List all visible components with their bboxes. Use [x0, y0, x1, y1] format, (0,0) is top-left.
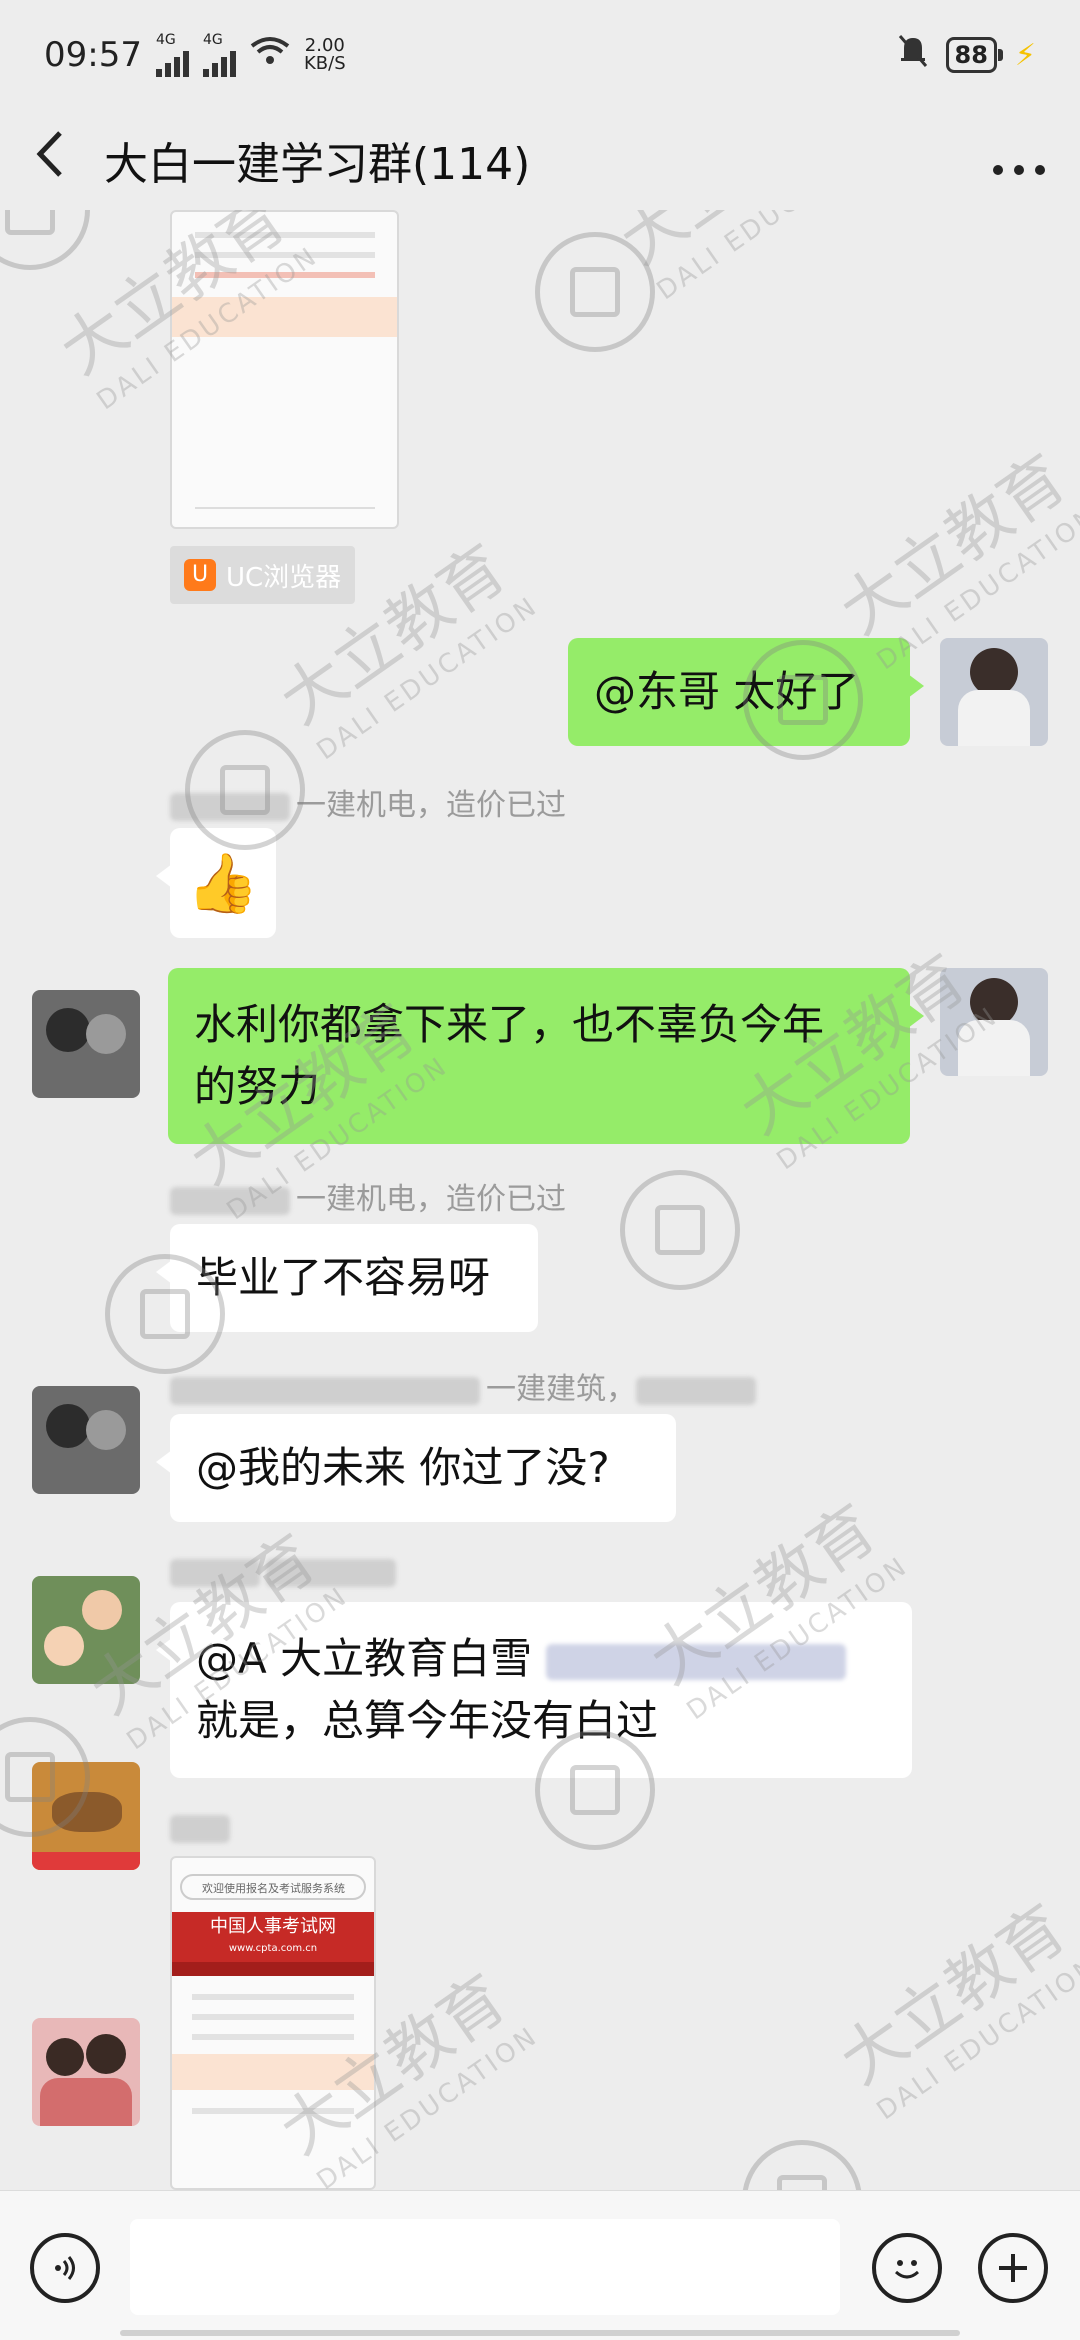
thumbs-up-emoji: 👍: [186, 849, 260, 917]
plus-icon[interactable]: [978, 2233, 1048, 2303]
message-bubble[interactable]: @东哥 太好了: [568, 638, 924, 746]
message-text-line-2: 就是，总算今年没有白过: [196, 1696, 659, 1745]
watermark-logo: [620, 1170, 740, 1290]
message-input[interactable]: [130, 2219, 840, 2315]
watermark-logo: [535, 232, 655, 352]
source-app-tag[interactable]: U UC浏览器: [170, 546, 356, 604]
sender-avatar[interactable]: [32, 1576, 140, 1684]
message-text: @东哥 太好了: [594, 667, 860, 716]
sender-name-text: 一建机电，造价已过: [296, 1182, 566, 1217]
watermark-subtitle: DALI EDUCATION: [651, 210, 884, 307]
redacted-name: [170, 1814, 230, 1843]
message-bubble[interactable]: 👍: [156, 828, 276, 938]
source-app-label: UC浏览器: [226, 562, 342, 593]
chat-title: 大白一建学习群(114): [104, 139, 531, 190]
message-text: 毕业了不容易呀: [196, 1253, 491, 1302]
mute-bell-icon: [898, 34, 928, 77]
screenshot-site-url: www.cpta.com.cn: [228, 1943, 318, 1954]
sender-name-text: 一建机电，造价已过: [296, 788, 566, 823]
chat-message-list[interactable]: U UC浏览器 @东哥 太好了 一建机电，造价已过 👍 水利你都拿下来了，也不辜…: [0, 210, 1080, 2190]
watermark-subtitle: DALI EDUCATION: [871, 1951, 1080, 2127]
message-text-line-1: 水利你都拿下来了，也不辜负今年: [194, 1000, 825, 1049]
watermark-title: 大立教育: [607, 210, 859, 279]
screenshot-site-title: 中国人事考试网: [210, 1916, 336, 1937]
emoji-icon[interactable]: [872, 2233, 942, 2303]
watermark-logo: [742, 2140, 862, 2190]
watermark-text: 大立教育DALI EDUCATION: [599, 210, 884, 306]
status-left: 09:57 4G 4G 2.00 KB/S: [44, 33, 346, 77]
network-type-label-2: 4G: [202, 32, 223, 48]
status-time: 09:57: [44, 35, 142, 75]
home-indicator: [120, 2330, 960, 2336]
my-avatar[interactable]: [940, 968, 1048, 1076]
chat-input-bar: [0, 2190, 1080, 2340]
message-image[interactable]: 欢迎使用报名及考试服务系统 中国人事考试网 www.cpta.com.cn: [170, 1856, 376, 2190]
signal-icon-2: 4G: [202, 32, 236, 77]
sender-name: 一建机电，造价已过: [170, 780, 566, 824]
sender-avatar[interactable]: [32, 1762, 140, 1870]
redacted-name: [170, 792, 290, 821]
watermark-title: 大立教育: [827, 1891, 1080, 2100]
wifi-icon: [250, 36, 290, 74]
mention-text: @A 大立教育白雪: [196, 1634, 533, 1683]
screenshot-search-text: 欢迎使用报名及考试服务系统: [202, 1882, 345, 1895]
message-text: @我的未来 你过了没?: [196, 1443, 610, 1492]
message-bubble[interactable]: @A 大立教育白雪 就是，总算今年没有白过: [156, 1602, 912, 1778]
watermark-logo: [0, 210, 90, 270]
charging-icon: ⚡: [1014, 37, 1036, 73]
sender-name-text: 一建建筑，: [486, 1372, 636, 1407]
message-bubble[interactable]: 水利你都拿下来了，也不辜负今年 的努力: [168, 968, 924, 1144]
redacted-name: [170, 1558, 260, 1587]
network-type-label: 4G: [155, 32, 176, 48]
uc-browser-icon: U: [184, 559, 216, 591]
sender-name: [170, 1810, 236, 1845]
message-bubble[interactable]: 毕业了不容易呀: [156, 1224, 538, 1332]
sender-name: [170, 1554, 402, 1589]
chat-header: 大白一建学习群(114): [0, 110, 1080, 210]
message-text-line-1: @A 大立教育白雪: [196, 1628, 886, 1690]
battery-icon: 88: [945, 37, 1004, 73]
watermark-subtitle: DALI EDUCATION: [311, 591, 544, 767]
network-speed: 2.00 KB/S: [304, 37, 346, 73]
redacted-name: [170, 1186, 290, 1215]
redacted-name: [636, 1376, 756, 1405]
voice-icon[interactable]: [30, 2233, 100, 2303]
sender-name: 一建机电，造价已过: [170, 1174, 566, 1218]
sender-avatar[interactable]: [32, 1386, 140, 1494]
status-right: 88 ⚡: [898, 34, 1036, 77]
message-image[interactable]: [170, 210, 399, 529]
sender-avatar[interactable]: [32, 990, 140, 1098]
redacted-phone: [546, 1643, 847, 1680]
message-text-line-2: 的努力: [194, 1062, 321, 1111]
my-avatar[interactable]: [940, 638, 1048, 746]
sender-avatar[interactable]: [32, 2018, 140, 2126]
signal-icon: 4G: [155, 32, 189, 77]
chevron-left-icon[interactable]: [34, 129, 104, 192]
watermark-text: 大立教育DALI EDUCATION: [819, 1876, 1080, 2127]
watermark-title: 大立教育: [827, 441, 1080, 650]
status-bar: 09:57 4G 4G 2.00 KB/S 88 ⚡: [0, 0, 1080, 110]
network-speed-unit: KB/S: [303, 53, 346, 74]
message-bubble[interactable]: @我的未来 你过了没?: [156, 1414, 676, 1522]
redacted-name: [170, 1376, 480, 1405]
more-dots-icon[interactable]: [992, 132, 1046, 188]
sender-name: 一建建筑，: [170, 1364, 762, 1408]
redacted-name: [266, 1558, 396, 1587]
